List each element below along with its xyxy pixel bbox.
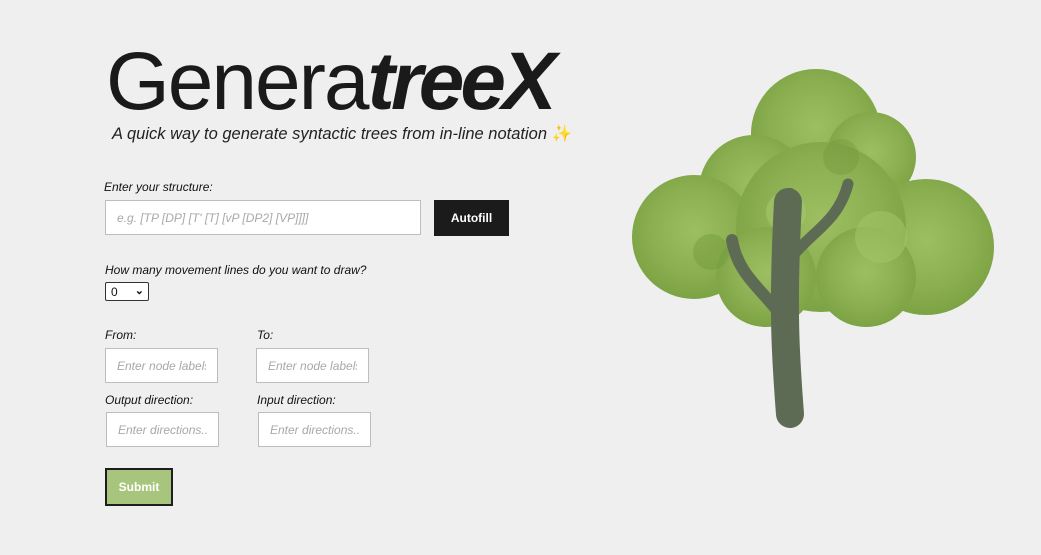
- logo-text-bold: treeX: [367, 36, 557, 127]
- input-direction-label: Input direction:: [257, 393, 336, 407]
- structure-label: Enter your structure:: [104, 180, 213, 194]
- logo-text-light: Genera: [106, 36, 370, 127]
- tree-canopy: [632, 69, 994, 327]
- structure-input[interactable]: [105, 200, 421, 235]
- movement-lines-label: How many movement lines do you want to d…: [105, 263, 367, 277]
- tagline: A quick way to generate syntactic trees …: [112, 125, 572, 144]
- autofill-button[interactable]: Autofill: [434, 200, 509, 236]
- tree-icon: [632, 69, 994, 428]
- from-input[interactable]: [105, 348, 218, 383]
- output-direction-input[interactable]: [106, 412, 219, 447]
- tagline-text: A quick way to generate syntactic trees …: [112, 125, 548, 143]
- input-direction-input[interactable]: [258, 412, 371, 447]
- from-label: From:: [105, 328, 137, 342]
- output-direction-label: Output direction:: [105, 393, 194, 407]
- sparkles-icon: ✨: [551, 125, 573, 143]
- movement-lines-value: 0: [111, 285, 118, 299]
- submit-button[interactable]: Submit: [105, 468, 173, 506]
- chevron-down-icon: ⌄: [134, 285, 144, 297]
- movement-lines-select[interactable]: 0 ⌄: [105, 282, 149, 301]
- to-input[interactable]: [256, 348, 369, 383]
- app-logo: GeneratreeX: [106, 34, 557, 130]
- to-label: To:: [257, 328, 274, 342]
